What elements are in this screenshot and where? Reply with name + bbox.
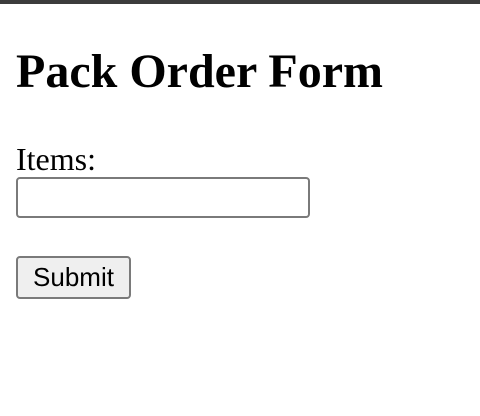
items-label: Items: — [16, 141, 96, 177]
window-top-border — [0, 0, 480, 4]
items-input[interactable] — [16, 177, 310, 218]
page-title: Pack Order Form — [16, 45, 384, 98]
submit-button[interactable]: Submit — [16, 256, 131, 299]
